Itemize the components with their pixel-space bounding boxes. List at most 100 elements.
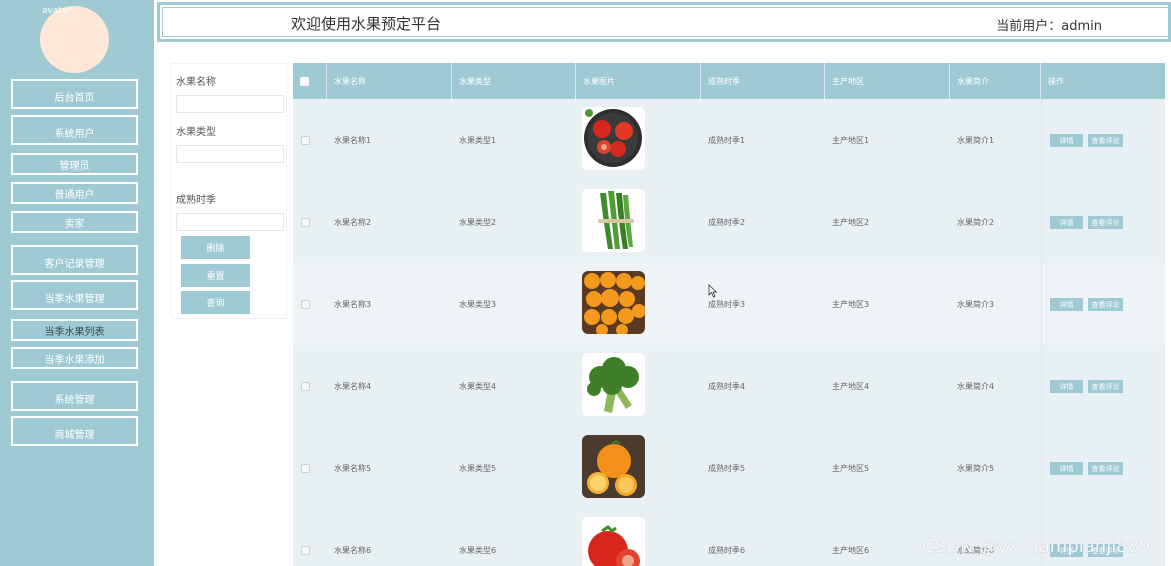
cell-fruit-name: 水果名称1 bbox=[334, 135, 372, 145]
view-comments-button[interactable]: 查看评论 bbox=[1088, 216, 1123, 229]
cell-intro: 水果简介5 bbox=[957, 463, 995, 473]
detail-button[interactable]: 详情 bbox=[1050, 380, 1083, 393]
sidebar-item-label: 管理员 bbox=[59, 160, 90, 172]
cell-season: 成熟时季3 bbox=[708, 299, 746, 309]
select-all-cell bbox=[293, 63, 327, 99]
current-user: 当前用户：admin bbox=[996, 19, 1102, 34]
row-checkbox[interactable] bbox=[301, 300, 310, 309]
cell-intro: 水果简介1 bbox=[957, 135, 995, 145]
table-row: 水果名称1 水果类型1 成熟时季1 主产地区1 水果简介1 详情 查看评论 bbox=[293, 99, 1165, 181]
view-comments-button[interactable]: 查看评论 bbox=[1088, 134, 1123, 147]
avatar-alt-text: avatar bbox=[42, 6, 72, 16]
sidebar: avatar 后台首页 系统用户 管理员 普通用户 卖家 客户记录管理 当季水果… bbox=[0, 0, 154, 566]
cell-fruit-type: 水果类型1 bbox=[459, 135, 497, 145]
fruit-table: 水果名称 水果类型 水果图片 成熟时季 主产地区 水果简介 操作 水果名称1 水果… bbox=[293, 63, 1165, 566]
cell-region: 主产地区1 bbox=[832, 135, 870, 145]
sidebar-item-label: 普通用户 bbox=[54, 189, 95, 201]
sidebar-item-normal-users[interactable]: 普通用户 bbox=[11, 182, 138, 204]
sidebar-item-seasonal-fruit-mgmt[interactable]: 当季水果管理 bbox=[11, 280, 138, 310]
fruit-image[interactable] bbox=[582, 353, 645, 416]
detail-button[interactable]: 详情 bbox=[1050, 298, 1083, 311]
fruit-name-label: 水果名称 bbox=[176, 77, 216, 88]
column-header-season[interactable]: 成熟时季 bbox=[701, 63, 825, 99]
fruit-image[interactable] bbox=[582, 107, 645, 170]
cell-season: 成熟时季1 bbox=[708, 135, 746, 145]
cell-fruit-type: 水果类型3 bbox=[459, 299, 497, 309]
table-header: 水果名称 水果类型 水果图片 成熟时季 主产地区 水果简介 操作 bbox=[293, 63, 1165, 99]
fruit-image[interactable] bbox=[582, 189, 645, 252]
fruit-image[interactable] bbox=[582, 271, 645, 334]
sidebar-item-system-mgmt[interactable]: 系统管理 bbox=[11, 381, 138, 411]
sidebar-item-label: 客户记录管理 bbox=[44, 258, 105, 270]
cell-fruit-type: 水果类型2 bbox=[459, 217, 497, 227]
cell-intro: 水果简介3 bbox=[957, 299, 995, 309]
select-all-checkbox[interactable] bbox=[300, 77, 309, 86]
sidebar-item-sellers[interactable]: 卖家 bbox=[11, 211, 138, 233]
table-row: 水果名称4 水果类型4 成熟时季4 主产地区4 水果简介4 详情 查看评论 bbox=[293, 345, 1165, 427]
column-header-actions: 操作 bbox=[1048, 76, 1064, 86]
cell-fruit-name: 水果名称2 bbox=[334, 217, 372, 227]
sidebar-item-seasonal-fruit-list[interactable]: 当季水果列表 bbox=[11, 319, 138, 341]
detail-button[interactable]: 详情 bbox=[1050, 134, 1083, 147]
avatar bbox=[40, 6, 109, 73]
column-header-image[interactable]: 水果图片 bbox=[576, 63, 701, 99]
cell-region: 主产地区3 bbox=[832, 299, 870, 309]
cell-region: 主产地区4 bbox=[832, 381, 870, 391]
sidebar-item-admins[interactable]: 管理员 bbox=[11, 153, 138, 175]
sidebar-item-label: 当季水果添加 bbox=[44, 354, 105, 366]
column-header-intro[interactable]: 水果简介 bbox=[950, 63, 1041, 99]
search-panel: 水果名称 水果类型 成熟时季 删除 重置 查询 bbox=[171, 63, 287, 319]
table-row: 水果名称3 水果类型3 成熟时季3 主产地区3 水果简介3 详情 查看评论 bbox=[293, 263, 1165, 345]
sidebar-item-label: 当季水果管理 bbox=[44, 293, 105, 305]
delete-button[interactable]: 删除 bbox=[181, 236, 250, 259]
sidebar-item-customer-records[interactable]: 客户记录管理 bbox=[11, 245, 138, 275]
query-button[interactable]: 查询 bbox=[181, 291, 250, 314]
detail-button[interactable]: 详情 bbox=[1050, 462, 1083, 475]
sidebar-item-label: 当季水果列表 bbox=[44, 326, 105, 338]
mouse-cursor-icon bbox=[708, 284, 718, 298]
row-checkbox[interactable] bbox=[301, 464, 310, 473]
column-header-type[interactable]: 水果类型 bbox=[452, 63, 576, 99]
cell-fruit-name: 水果名称4 bbox=[334, 381, 372, 391]
reset-button[interactable]: 重置 bbox=[181, 264, 250, 287]
cell-season: 成熟时季4 bbox=[708, 381, 746, 391]
fruit-name-input[interactable] bbox=[176, 95, 284, 113]
fruit-image[interactable] bbox=[582, 435, 645, 498]
cell-intro: 水果简介2 bbox=[957, 217, 995, 227]
cell-fruit-type: 水果类型5 bbox=[459, 463, 497, 473]
cell-fruit-name: 水果名称3 bbox=[334, 299, 372, 309]
sidebar-item-label: 商城管理 bbox=[54, 429, 95, 441]
fruit-type-input[interactable] bbox=[176, 145, 284, 163]
row-checkbox[interactable] bbox=[301, 546, 310, 555]
watermark: CSDN @vx_dampianji889 bbox=[922, 536, 1151, 557]
sidebar-item-mall-mgmt[interactable]: 商城管理 bbox=[11, 416, 138, 446]
cell-intro: 水果简介4 bbox=[957, 381, 995, 391]
view-comments-button[interactable]: 查看评论 bbox=[1088, 380, 1123, 393]
column-header-region[interactable]: 主产地区 bbox=[825, 63, 950, 99]
column-header-name[interactable]: 水果名称 bbox=[327, 63, 452, 99]
view-comments-button[interactable]: 查看评论 bbox=[1088, 298, 1123, 311]
sidebar-item-label: 后台首页 bbox=[54, 92, 95, 104]
actions-column-divider bbox=[1041, 99, 1042, 566]
page-title: 欢迎使用水果预定平台 bbox=[291, 15, 442, 33]
fruit-image[interactable] bbox=[582, 517, 645, 566]
cell-region: 主产地区5 bbox=[832, 463, 870, 473]
sidebar-item-seasonal-fruit-add[interactable]: 当季水果添加 bbox=[11, 347, 138, 369]
detail-button[interactable]: 详情 bbox=[1050, 216, 1083, 229]
cell-fruit-name: 水果名称6 bbox=[334, 545, 372, 555]
cell-region: 主产地区2 bbox=[832, 217, 870, 227]
fruit-type-label: 水果类型 bbox=[176, 127, 216, 138]
sidebar-item-label: 系统用户 bbox=[54, 128, 95, 140]
sidebar-item-home[interactable]: 后台首页 bbox=[11, 79, 138, 109]
season-input[interactable] bbox=[176, 213, 284, 231]
cell-season: 成熟时季5 bbox=[708, 463, 746, 473]
cell-season: 成熟时季6 bbox=[708, 545, 746, 555]
table-row: 水果名称5 水果类型5 成熟时季5 主产地区5 水果简介5 详情 查看评论 bbox=[293, 427, 1165, 509]
cell-season: 成熟时季2 bbox=[708, 217, 746, 227]
row-checkbox[interactable] bbox=[301, 136, 310, 145]
row-checkbox[interactable] bbox=[301, 382, 310, 391]
sidebar-item-system-users[interactable]: 系统用户 bbox=[11, 115, 138, 145]
season-label: 成熟时季 bbox=[176, 195, 216, 206]
view-comments-button[interactable]: 查看评论 bbox=[1088, 462, 1123, 475]
row-checkbox[interactable] bbox=[301, 218, 310, 227]
